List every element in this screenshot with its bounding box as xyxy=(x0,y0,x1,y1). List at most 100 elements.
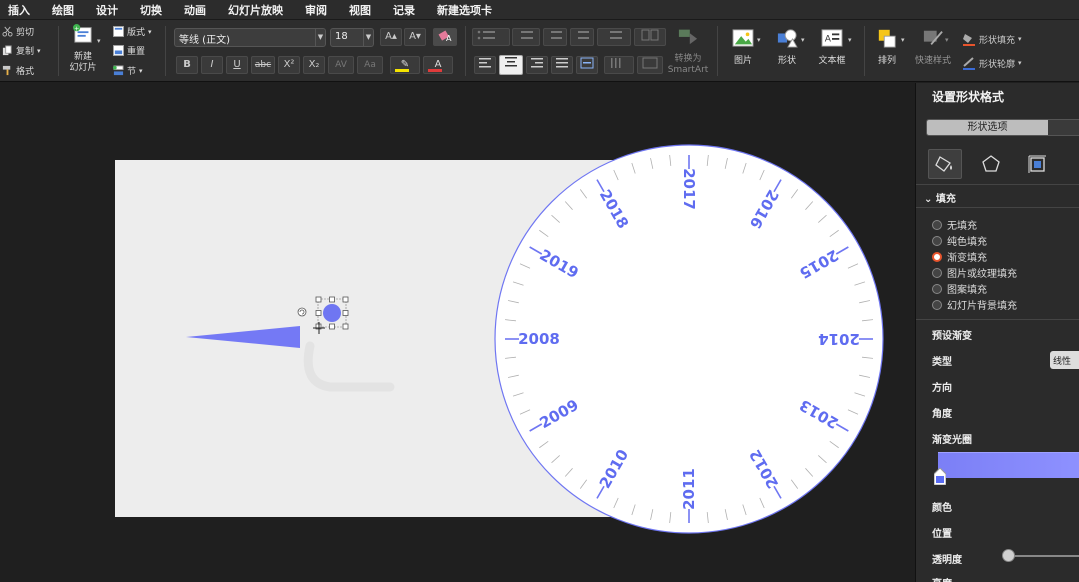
resize-handle[interactable] xyxy=(342,296,349,303)
chevron-down-icon: ▾ xyxy=(1018,35,1022,43)
chevron-down-icon: ⌄ xyxy=(924,194,936,205)
chevron-down-icon: ▾ xyxy=(901,36,905,44)
no-fill-radio[interactable]: 无填充 xyxy=(932,217,977,232)
character-spacing-button[interactable]: AV xyxy=(328,56,354,74)
arrange-button[interactable]: 排列 xyxy=(870,28,904,67)
fill-section-header[interactable]: ⌄ 填充 xyxy=(924,190,956,205)
menu-transitions[interactable]: 切换 xyxy=(129,2,173,18)
fill-section-label: 填充 xyxy=(935,194,956,205)
dial-year-label: 2011 xyxy=(680,468,698,510)
strikethrough-button[interactable]: abc xyxy=(251,56,275,74)
menu-slideshow[interactable]: 幻灯片放映 xyxy=(217,2,294,18)
quick-styles-button[interactable]: 快速样式 xyxy=(910,28,956,67)
align-center-button[interactable] xyxy=(499,55,523,75)
menu-insert[interactable]: 插入 xyxy=(0,2,41,18)
type-select[interactable]: 线性 xyxy=(1050,351,1079,369)
menu-review[interactable]: 审阅 xyxy=(294,2,338,18)
convert-smartart-label: 转换为 SmartArt xyxy=(667,54,709,75)
resize-handle[interactable] xyxy=(329,296,335,303)
decrease-indent-button[interactable] xyxy=(543,28,567,46)
shape-button[interactable]: 形状 xyxy=(768,28,806,67)
increase-indent-button[interactable] xyxy=(570,28,594,46)
clear-format-button[interactable]: A xyxy=(433,28,457,46)
shape-fill-button[interactable]: 形状填充 ▾ xyxy=(962,32,1022,46)
menu-draw[interactable]: 绘图 xyxy=(41,2,85,18)
cut-button[interactable]: 剪切 xyxy=(2,25,34,38)
convert-smartart-button[interactable]: 转换为 SmartArt xyxy=(667,26,709,76)
gradient-stop-handle[interactable] xyxy=(934,468,946,485)
copy-button[interactable]: 复制 ▾ xyxy=(2,44,41,57)
eraser-icon: A xyxy=(438,30,452,43)
shapes-icon xyxy=(777,29,798,48)
radio-indicator xyxy=(932,267,942,278)
gradient-fill-radio[interactable]: 渐变填充 xyxy=(932,249,987,264)
pane-tab-strip: 形状选项 xyxy=(926,119,1079,136)
year-dial-wheel[interactable]: 2017 201620152014201320122011201020092008… xyxy=(494,144,884,534)
pattern-fill-radio[interactable]: 图案填充 xyxy=(932,281,987,296)
font-size-select[interactable]: 18 ▼ xyxy=(330,28,374,47)
slide-bg-fill-radio[interactable]: 幻灯片背景填充 xyxy=(932,297,1017,312)
section-button[interactable]: 节 ▾ xyxy=(113,64,143,77)
new-slide-icon: + xyxy=(73,24,92,43)
bold-button[interactable]: B xyxy=(176,56,198,74)
resize-handle[interactable] xyxy=(315,310,322,316)
pointer-wedge-shape[interactable] xyxy=(186,326,300,348)
menu-animations[interactable]: 动画 xyxy=(173,2,217,18)
reset-button[interactable]: 重置 xyxy=(113,44,145,57)
size-properties-tab[interactable] xyxy=(1020,149,1054,179)
menu-view[interactable]: 视图 xyxy=(338,2,382,18)
font-name-select[interactable]: 等线 (正文) ▼ xyxy=(174,28,326,47)
menu-new-tab[interactable]: 新建选项卡 xyxy=(426,2,503,18)
gradient-stops-bar[interactable] xyxy=(938,452,1079,478)
line-spacing-button[interactable] xyxy=(597,28,631,46)
bullets-button[interactable] xyxy=(472,28,510,46)
grow-font-button[interactable]: A▴ xyxy=(380,28,402,46)
numbering-button[interactable] xyxy=(512,28,540,46)
tab-shape-options[interactable]: 形状选项 xyxy=(927,120,1048,135)
distributed-button[interactable] xyxy=(576,56,598,74)
selected-circle-shape[interactable] xyxy=(297,296,349,334)
justify-button[interactable] xyxy=(551,56,573,74)
resize-handle[interactable] xyxy=(342,310,349,316)
resize-handle[interactable] xyxy=(329,323,335,330)
resize-handle[interactable] xyxy=(342,323,349,330)
picture-texture-fill-radio[interactable]: 图片或纹理填充 xyxy=(932,265,1017,280)
layout-button[interactable]: 版式 ▾ xyxy=(113,25,152,38)
chevron-down-icon[interactable]: ▼ xyxy=(315,29,325,46)
format-painter-button[interactable]: 格式 xyxy=(2,64,34,77)
menu-record[interactable]: 记录 xyxy=(382,2,426,18)
angle-label: 角度 xyxy=(932,409,952,420)
transparency-slider-knob[interactable] xyxy=(1002,549,1015,562)
superscript-button[interactable]: X² xyxy=(278,56,300,74)
transparency-slider-track[interactable] xyxy=(1008,555,1079,557)
menu-design[interactable]: 设计 xyxy=(85,2,129,18)
resize-handle[interactable] xyxy=(315,296,322,303)
columns-button[interactable] xyxy=(634,28,666,46)
underline-button[interactable]: U xyxy=(226,56,248,74)
highlight-button[interactable]: ✎ xyxy=(390,56,420,74)
rotate-handle-icon[interactable] xyxy=(297,307,307,317)
change-case-button[interactable]: Aa xyxy=(357,56,383,74)
text-direction-button[interactable] xyxy=(604,56,634,74)
shape-fill-label: 形状填充 xyxy=(979,35,1016,46)
text-direction-icon xyxy=(611,58,621,68)
align-right-button[interactable] xyxy=(526,56,548,74)
chevron-down-icon[interactable]: ▼ xyxy=(363,29,373,46)
align-left-button[interactable] xyxy=(474,56,496,74)
subscript-button[interactable]: X₂ xyxy=(303,56,325,74)
font-color-button[interactable]: A xyxy=(423,56,453,74)
chevron-down-icon: ▾ xyxy=(148,27,152,36)
fill-line-tab[interactable] xyxy=(928,149,962,179)
italic-button[interactable]: I xyxy=(201,56,223,74)
effects-tab[interactable] xyxy=(974,149,1008,179)
shape-outline-button[interactable]: 形状轮廓 ▾ xyxy=(962,56,1022,70)
textbox-button[interactable]: A 文本框 xyxy=(812,28,852,67)
align-text-button[interactable] xyxy=(637,56,663,74)
radio-indicator xyxy=(932,283,942,294)
chevron-down-icon: ▾ xyxy=(801,36,805,44)
new-slide-button[interactable]: + 新建 幻灯片 xyxy=(64,24,102,74)
solid-fill-radio[interactable]: 纯色填充 xyxy=(932,233,987,248)
format-shape-pane: 设置形状格式 形状选项 ⌄ 填充 无填充 纯色填充 渐变填充 图片或纹理填充 图… xyxy=(915,83,1079,582)
shrink-font-button[interactable]: A▾ xyxy=(404,28,426,46)
picture-button[interactable]: 图片 xyxy=(726,28,760,67)
